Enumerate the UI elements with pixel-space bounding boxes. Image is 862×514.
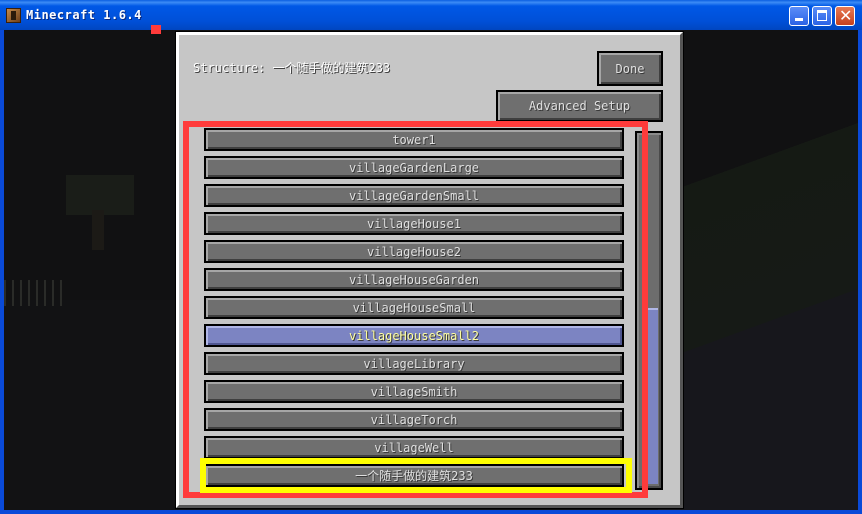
background-tree-trunk — [92, 210, 104, 250]
list-item-label: villageHouseSmall — [352, 300, 476, 315]
minimize-button[interactable] — [789, 6, 809, 26]
list-item[interactable]: villageHouseSmall — [204, 296, 624, 319]
window-frame-right — [858, 30, 862, 514]
list-item[interactable]: villageWell — [204, 436, 624, 459]
structure-label: Structure: 一个随手做的建筑233 — [193, 61, 391, 75]
list-item-label: villageGardenLarge — [348, 160, 480, 175]
list-item-label: villageWell — [374, 440, 454, 455]
minimize-icon — [795, 18, 803, 21]
list-item-label: villageTorch — [370, 412, 458, 427]
list-item[interactable]: villageTorch — [204, 408, 624, 431]
window-title: Minecraft 1.6.4 — [26, 8, 142, 22]
background-fence — [4, 280, 68, 306]
done-button-label: Done — [615, 61, 645, 76]
list-item-label: villageHouse1 — [367, 216, 461, 231]
list-scrollbar-thumb[interactable] — [646, 308, 658, 484]
advanced-setup-button-label: Advanced Setup — [528, 99, 631, 113]
list-item-label: villageHouse2 — [367, 244, 461, 259]
list-item[interactable]: villageSmith — [204, 380, 624, 403]
background-tree — [66, 175, 134, 215]
list-item[interactable]: villageHouseGarden — [204, 268, 624, 291]
list-item-label: 一个随手做的建筑233 — [355, 469, 473, 483]
list-item[interactable]: villageGardenSmall — [204, 184, 624, 207]
list-item[interactable]: villageHouse1 — [204, 212, 624, 235]
list-item-label: villageGardenSmall — [348, 188, 480, 203]
list-item[interactable]: villageGardenLarge — [204, 156, 624, 179]
annotation-marker — [151, 25, 161, 34]
done-button[interactable]: Done — [597, 51, 663, 86]
list-item-label: tower1 — [392, 132, 436, 147]
close-button[interactable]: ✕ — [835, 6, 855, 26]
background-hill — [658, 30, 858, 510]
list-item[interactable]: tower1 — [204, 128, 624, 151]
list-item[interactable]: villageLibrary — [204, 352, 624, 375]
list-item-selected[interactable]: villageHouseSmall2 — [204, 324, 624, 347]
window-titlebar[interactable]: Minecraft 1.6.4 ✕ — [0, 0, 862, 30]
list-item-label: villageSmith — [370, 384, 458, 399]
list-item[interactable]: 一个随手做的建筑233 — [204, 464, 624, 487]
background-ground — [4, 300, 184, 510]
list-item-label: villageLibrary — [363, 356, 465, 371]
list-item-label: villageHouseSmall2 — [348, 328, 480, 343]
maximize-icon — [817, 10, 827, 21]
window-frame-bottom — [0, 510, 862, 514]
maximize-button[interactable] — [812, 6, 832, 26]
list-item-label: villageHouseGarden — [348, 272, 480, 287]
advanced-setup-button[interactable]: Advanced Setup — [496, 90, 663, 122]
minecraft-app-icon — [6, 8, 21, 23]
list-item[interactable]: villageHouse2 — [204, 240, 624, 263]
close-icon: ✕ — [839, 6, 853, 25]
